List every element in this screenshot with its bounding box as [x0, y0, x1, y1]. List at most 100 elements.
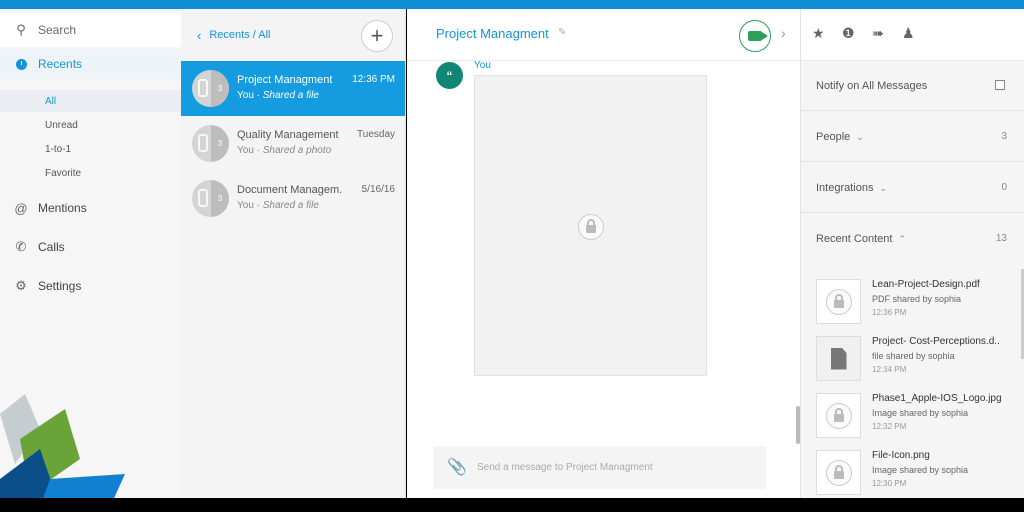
app-top-bar [0, 0, 1024, 9]
document-icon [830, 347, 847, 370]
recent-file-item[interactable]: Project- Cost-Perceptions.d.. file share… [801, 332, 1024, 389]
file-shared-by: Image shared by sophia [872, 408, 969, 418]
avatar: 3 [192, 125, 229, 162]
message-composer: 📎 [433, 446, 766, 489]
people-count: 3 [1001, 131, 1007, 142]
file-thumbnail [816, 279, 861, 324]
avatar-badge: 3 [211, 70, 229, 107]
nav-calls[interactable]: ✆ Calls [0, 232, 181, 262]
message-input[interactable] [477, 458, 757, 476]
exit-icon[interactable]: ➠ [872, 25, 884, 42]
avatar-badge: 3 [211, 125, 229, 162]
pencil-icon[interactable]: ✎ [558, 27, 566, 38]
brand-decoration [0, 394, 125, 498]
star-icon[interactable]: ★ [812, 25, 825, 42]
chevron-left-icon: ‹ [197, 27, 202, 43]
nav-mentions[interactable]: @ Mentions [0, 193, 181, 223]
lock-icon [578, 214, 604, 240]
details-toolbar: ★ ❶ ➠ ♟ [801, 9, 1024, 61]
conversation-item[interactable]: 3 Project Managment 12:36 PM You · Share… [181, 61, 405, 116]
nav-recents-label: Recents [38, 57, 83, 71]
file-thumbnail [816, 393, 861, 438]
file-name: File-Icon.png [872, 450, 930, 461]
people-label: People ⌄ [816, 131, 864, 143]
conversation-subtitle: You · Shared a photo [237, 145, 332, 156]
avatar: 3 [192, 70, 229, 107]
nav-filter-favorite[interactable]: Favorite [0, 162, 181, 184]
conversation-time: 12:36 PM [352, 74, 395, 85]
message-sender: You [474, 60, 491, 71]
conversation-item[interactable]: 3 Quality Management Tuesday You · Share… [181, 116, 405, 171]
lock-icon [825, 459, 852, 486]
conversation-title: Document Managem. [237, 184, 343, 196]
left-navigation: ⚲ Search Recents All Unread 1-to-1 Favor… [0, 9, 181, 498]
file-name: Lean-Project-Design.pdf [872, 279, 980, 290]
paperclip-icon[interactable]: 📎 [447, 457, 467, 477]
message-avatar: “ [436, 62, 463, 89]
breadcrumb-label: Recents / All [209, 29, 271, 41]
gear-icon: ⚙ [15, 278, 27, 293]
nav-settings-label: Settings [38, 279, 82, 293]
nav-filter-unread[interactable]: Unread [0, 114, 181, 136]
conversation-list: ‹ Recents / All + 3 Project Managment 12… [181, 9, 406, 498]
nav-search[interactable]: ⚲ Search [0, 13, 181, 47]
info-icon[interactable]: ❶ [842, 25, 855, 42]
notify-checkbox[interactable] [995, 80, 1005, 90]
nav-mentions-label: Mentions [38, 201, 87, 215]
conversation-subtitle: You · Shared a file [237, 200, 319, 211]
file-thumbnail [816, 336, 861, 381]
notify-row[interactable]: Notify on All Messages [801, 61, 1024, 111]
recent-file-item[interactable]: File-Icon.png Image shared by sophia 12:… [801, 446, 1024, 498]
video-call-button[interactable] [739, 20, 771, 52]
notify-label: Notify on All Messages [816, 80, 928, 92]
plus-icon: + [370, 23, 384, 48]
recent-file-item[interactable]: Phase1_Apple-IOS_Logo.jpg Image shared b… [801, 389, 1024, 446]
at-icon: @ [14, 200, 28, 216]
integrations-row[interactable]: Integrations ⌄ 0 [801, 163, 1024, 213]
space-details-panel: ★ ❶ ➠ ♟ Notify on All Messages People ⌄ 3… [800, 9, 1024, 498]
avatar-badge: 3 [211, 180, 229, 217]
file-time: 12:30 PM [872, 479, 907, 488]
video-camera-icon [748, 31, 768, 41]
chat-title[interactable]: Project Managment [436, 26, 549, 41]
file-name: Phase1_Apple-IOS_Logo.jpg [872, 393, 1002, 404]
recent-content-label: Recent Content ⌃ [816, 233, 906, 245]
bottom-bar [0, 498, 1024, 512]
conversation-title: Quality Management [237, 129, 339, 141]
lock-icon [825, 402, 852, 429]
shared-file-preview[interactable] [474, 75, 707, 376]
chat-panel: Project Managment ✎ › “ You 📎 [407, 9, 800, 498]
recent-content-count: 13 [995, 233, 1007, 244]
nav-filter-all[interactable]: All [0, 90, 181, 112]
nav-recents[interactable]: Recents [0, 49, 181, 79]
avatar: 3 [192, 180, 229, 217]
chevron-down-icon: ⌄ [879, 183, 888, 193]
file-shared-by: file shared by sophia [872, 351, 955, 361]
chevron-right-icon[interactable]: › [781, 25, 786, 41]
nav-filter-one-to-one[interactable]: 1-to-1 [0, 138, 181, 160]
recent-content-row[interactable]: Recent Content ⌃ 13 [801, 214, 1024, 264]
file-shared-by: Image shared by sophia [872, 465, 969, 475]
search-icon: ⚲ [16, 22, 26, 37]
recent-file-item[interactable]: Lean-Project-Design.pdf PDF shared by so… [801, 275, 1024, 332]
chat-header: Project Managment ✎ › [407, 9, 800, 61]
phone-icon: ✆ [15, 239, 27, 254]
file-shared-by: PDF shared by sophia [872, 294, 962, 304]
nav-settings[interactable]: ⚙ Settings [0, 271, 181, 301]
add-conversation-button[interactable]: + [361, 20, 393, 52]
integrations-label: Integrations ⌄ [816, 182, 888, 194]
chevron-down-icon: ⌄ [856, 132, 864, 142]
people-row[interactable]: People ⌄ 3 [801, 112, 1024, 162]
conversation-subtitle: You · Shared a file [237, 90, 319, 101]
conversation-time: Tuesday [357, 129, 395, 140]
add-person-icon[interactable]: ♟ [902, 25, 915, 42]
chevron-up-icon: ⌃ [898, 234, 906, 244]
conversation-title: Project Managment [237, 74, 333, 86]
conversation-item[interactable]: 3 Document Managem. 5/16/16 You · Shared… [181, 171, 405, 226]
conversation-time: 5/16/16 [361, 184, 395, 195]
file-time: 12:32 PM [872, 422, 907, 431]
file-time: 12:36 PM [872, 308, 907, 317]
lock-icon [825, 288, 852, 315]
nav-calls-label: Calls [38, 240, 65, 254]
file-thumbnail [816, 450, 861, 495]
